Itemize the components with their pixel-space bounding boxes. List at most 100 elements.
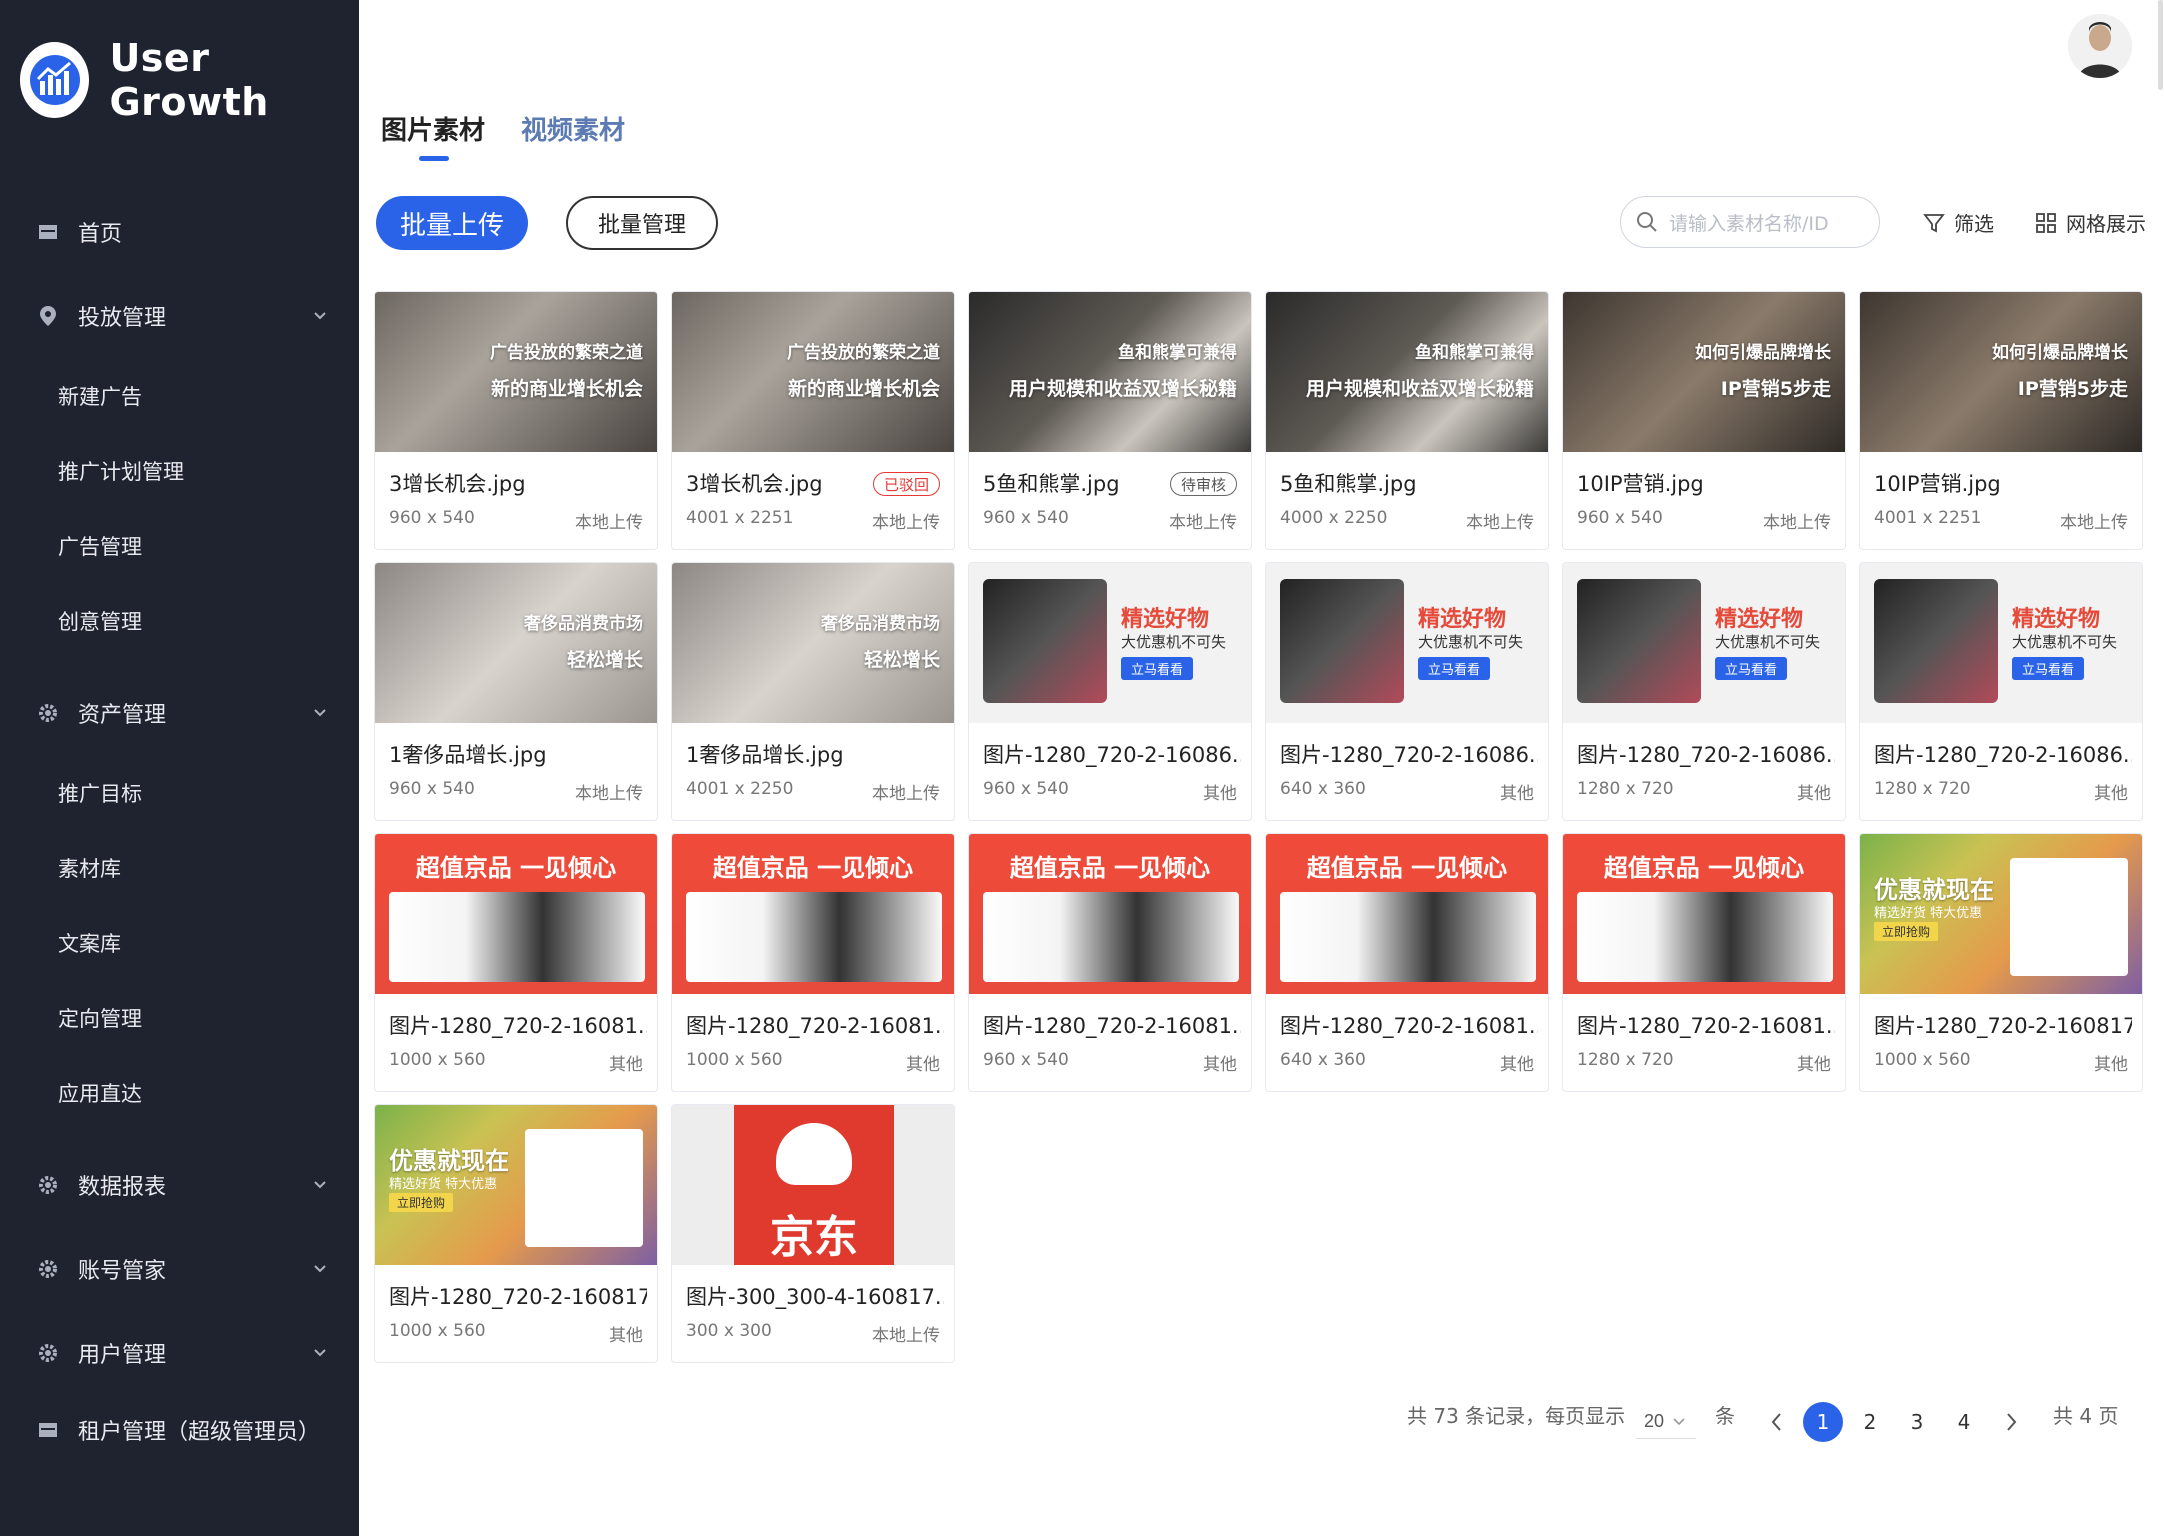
material-thumbnail[interactable]: 如何引爆品牌增长 IP营销5步走 <box>1860 292 2142 452</box>
material-name: 图片-1280_720-2-16081... <box>1577 1014 1835 1038</box>
sidebar-item-data-report[interactable]: 数据报表 <box>0 1155 359 1215</box>
material-card[interactable]: 鱼和熊掌可兼得 用户规模和收益双增长秘籍 5鱼和熊掌.jpg 4000 x 2250 本… <box>1265 291 1549 550</box>
sidebar-item-tenant-manage[interactable]: 租户管理（超级管理员） <box>0 1400 359 1460</box>
chevron-down-icon <box>314 1349 326 1357</box>
material-dimensions: 1000 x 560 <box>1874 1050 1971 1070</box>
sidebar-item-ad-delivery[interactable]: 投放管理 <box>0 286 359 346</box>
bulk-upload-button[interactable]: 批量上传 <box>376 196 528 250</box>
material-thumbnail[interactable]: 超值京品 一见倾心 <box>969 834 1251 994</box>
material-thumbnail[interactable]: 超值京品 一见倾心 <box>1266 834 1548 994</box>
sidebar-item-material-library[interactable]: 素材库 <box>58 843 121 893</box>
promo-cta: 立即抢购 <box>389 1193 454 1212</box>
page-1-button[interactable]: 1 <box>1803 1402 1843 1442</box>
material-thumbnail[interactable]: 奢侈品消费市场 轻松增长 <box>375 563 657 723</box>
material-thumbnail[interactable]: 超值京品 一见倾心 <box>1563 834 1845 994</box>
material-card[interactable]: 精选好物 大优惠机不可失 立马看看 图片-1280_720-2-16086... 960… <box>968 562 1252 821</box>
material-dimensions: 1280 x 720 <box>1577 779 1674 799</box>
jd-logo-icon: 京东 <box>734 1105 894 1265</box>
material-card[interactable]: 京东 图片-300_300-4-160817... 300 x 300 本地上传 <box>671 1104 955 1363</box>
material-thumbnail[interactable]: 精选好物 大优惠机不可失 立马看看 <box>969 563 1251 723</box>
material-dimensions: 640 x 360 <box>1280 779 1366 799</box>
material-card[interactable]: 超值京品 一见倾心 图片-1280_720-2-16081... 1280 x 72… <box>1562 833 1846 1092</box>
sidebar-item-account-butler[interactable]: 账号管家 <box>0 1239 359 1299</box>
material-card[interactable]: 优惠就现在 精选好货 特大优惠 立即抢购 图片-1280_720-2-160817..… <box>374 1104 658 1363</box>
sidebar-item-new-ad[interactable]: 新建广告 <box>58 371 142 421</box>
thumbnail-headline: 新的商业增长机会 <box>787 378 940 400</box>
material-thumbnail[interactable]: 鱼和熊掌可兼得 用户规模和收益双增长秘籍 <box>969 292 1251 452</box>
material-thumbnail[interactable]: 精选好物 大优惠机不可失 立马看看 <box>1860 563 2142 723</box>
sidebar-item-user-manage[interactable]: 用户管理 <box>0 1323 359 1383</box>
material-thumbnail[interactable]: 广告投放的繁荣之道 新的商业增长机会 <box>375 292 657 452</box>
scrollbar[interactable] <box>2158 0 2163 90</box>
material-card[interactable]: 精选好物 大优惠机不可失 立马看看 图片-1280_720-2-16086... 128… <box>1859 562 2143 821</box>
material-card[interactable]: 如何引爆品牌增长 IP营销5步走 10IP营销.jpg 960 x 540 本地上传 <box>1562 291 1846 550</box>
material-source: 其他 <box>609 1326 643 1346</box>
material-dimensions: 1000 x 560 <box>389 1321 486 1341</box>
user-avatar[interactable] <box>2068 14 2132 78</box>
page-3-button[interactable]: 3 <box>1897 1402 1937 1442</box>
material-thumbnail[interactable]: 超值京品 一见倾心 <box>672 834 954 994</box>
sidebar-item-campaign-manage[interactable]: 推广计划管理 <box>58 446 184 496</box>
material-source: 本地上传 <box>872 784 940 804</box>
sidebar-item-copy-library[interactable]: 文案库 <box>58 918 121 968</box>
material-thumbnail[interactable]: 鱼和熊掌可兼得 用户规模和收益双增长秘籍 <box>1266 292 1548 452</box>
jd-dog-icon <box>776 1123 852 1185</box>
material-card[interactable]: 精选好物 大优惠机不可失 立马看看 图片-1280_720-2-16086... 128… <box>1562 562 1846 821</box>
material-card[interactable]: 超值京品 一见倾心 图片-1280_720-2-16081... 960 x 540… <box>968 833 1252 1092</box>
material-source: 本地上传 <box>1466 513 1534 533</box>
material-thumbnail[interactable]: 超值京品 一见倾心 <box>375 834 657 994</box>
search-input[interactable]: 请输入素材名称/ID <box>1620 196 1880 248</box>
material-thumbnail[interactable]: 广告投放的繁荣之道 新的商业增长机会 <box>672 292 954 452</box>
page-2-button[interactable]: 2 <box>1850 1402 1890 1442</box>
material-card[interactable]: 超值京品 一见倾心 图片-1280_720-2-16081... 640 x 360… <box>1265 833 1549 1092</box>
growth-chart-logo-icon <box>20 42 90 118</box>
sidebar-item-asset-manage[interactable]: 资产管理 <box>0 683 359 743</box>
tab-images[interactable]: 图片素材 <box>381 110 485 161</box>
material-source: 本地上传 <box>1169 513 1237 533</box>
material-thumbnail[interactable]: 如何引爆品牌增长 IP营销5步走 <box>1563 292 1845 452</box>
material-thumbnail[interactable]: 精选好物 大优惠机不可失 立马看看 <box>1266 563 1548 723</box>
brand[interactable]: User Growth <box>20 36 359 124</box>
search-placeholder: 请输入素材名称/ID <box>1669 212 1829 235</box>
sidebar-item-targeting-manage[interactable]: 定向管理 <box>58 993 142 1043</box>
material-name: 图片-1280_720-2-16081... <box>686 1014 944 1038</box>
chevron-left-icon[interactable] <box>1765 1410 1789 1434</box>
material-dimensions: 300 x 300 <box>686 1321 772 1341</box>
thumbnail-headline: 新的商业增长机会 <box>490 378 643 400</box>
material-card[interactable]: 精选好物 大优惠机不可失 立马看看 图片-1280_720-2-16086... 640… <box>1265 562 1549 821</box>
sidebar-item-promo-target[interactable]: 推广目标 <box>58 768 142 818</box>
material-thumbnail[interactable]: 精选好物 大优惠机不可失 立马看看 <box>1563 563 1845 723</box>
material-card[interactable]: 奢侈品消费市场 轻松增长 1奢侈品增长.jpg 4001 x 2250 本地上传 <box>671 562 955 821</box>
material-card[interactable]: 超值京品 一见倾心 图片-1280_720-2-16081... 1000 x 56… <box>671 833 955 1092</box>
material-card[interactable]: 优惠就现在 精选好货 特大优惠 立即抢购 图片-1280_720-2-160817..… <box>1859 833 2143 1092</box>
sidebar-item-app-direct[interactable]: 应用直达 <box>58 1068 142 1118</box>
chevron-right-icon[interactable] <box>1999 1410 2023 1434</box>
material-thumbnail[interactable]: 京东 <box>672 1105 954 1265</box>
material-thumbnail[interactable]: 优惠就现在 精选好货 特大优惠 立即抢购 <box>1860 834 2142 994</box>
material-card[interactable]: 奢侈品消费市场 轻松增长 1奢侈品增长.jpg 960 x 540 本地上传 <box>374 562 658 821</box>
bulk-manage-button[interactable]: 批量管理 <box>566 196 718 250</box>
material-card[interactable]: 广告投放的繁荣之道 新的商业增长机会 3增长机会.jpg 已驳回 4001 x 2251… <box>671 291 955 550</box>
material-dimensions: 4001 x 2250 <box>686 779 794 799</box>
material-name: 图片-1280_720-2-16081... <box>389 1014 647 1038</box>
product-image <box>525 1129 643 1247</box>
material-thumbnail[interactable]: 奢侈品消费市场 轻松增长 <box>672 563 954 723</box>
page-4-button[interactable]: 4 <box>1944 1402 1984 1442</box>
filter-button[interactable]: 筛选 <box>1922 208 1994 237</box>
material-card[interactable]: 鱼和熊掌可兼得 用户规模和收益双增长秘籍 5鱼和熊掌.jpg 待审核 960 x 540… <box>968 291 1252 550</box>
tab-videos[interactable]: 视频素材 <box>521 110 625 161</box>
material-source: 其他 <box>1797 784 1831 804</box>
material-card[interactable]: 如何引爆品牌增长 IP营销5步走 10IP营销.jpg 4001 x 2251 本地上传 <box>1859 291 2143 550</box>
page-size-select[interactable]: 20 <box>1636 1405 1696 1439</box>
material-name: 图片-1280_720-2-16081... <box>983 1014 1241 1038</box>
sidebar-item-ad-manage[interactable]: 广告管理 <box>58 521 142 571</box>
page-size-unit: 条 <box>1715 1400 1735 1429</box>
grid-view-label: 网格展示 <box>2066 212 2146 236</box>
material-name: 图片-1280_720-2-16081... <box>1280 1014 1538 1038</box>
material-card[interactable]: 超值京品 一见倾心 图片-1280_720-2-16081... 1000 x 56… <box>374 833 658 1092</box>
sidebar-item-home[interactable]: 首页 <box>0 202 359 262</box>
grid-view-button[interactable]: 网格展示 <box>2034 208 2146 237</box>
material-card[interactable]: 广告投放的繁荣之道 新的商业增长机会 3增长机会.jpg 960 x 540 本地上传 <box>374 291 658 550</box>
material-thumbnail[interactable]: 优惠就现在 精选好货 特大优惠 立即抢购 <box>375 1105 657 1265</box>
sidebar-item-creative-manage[interactable]: 创意管理 <box>58 596 142 646</box>
